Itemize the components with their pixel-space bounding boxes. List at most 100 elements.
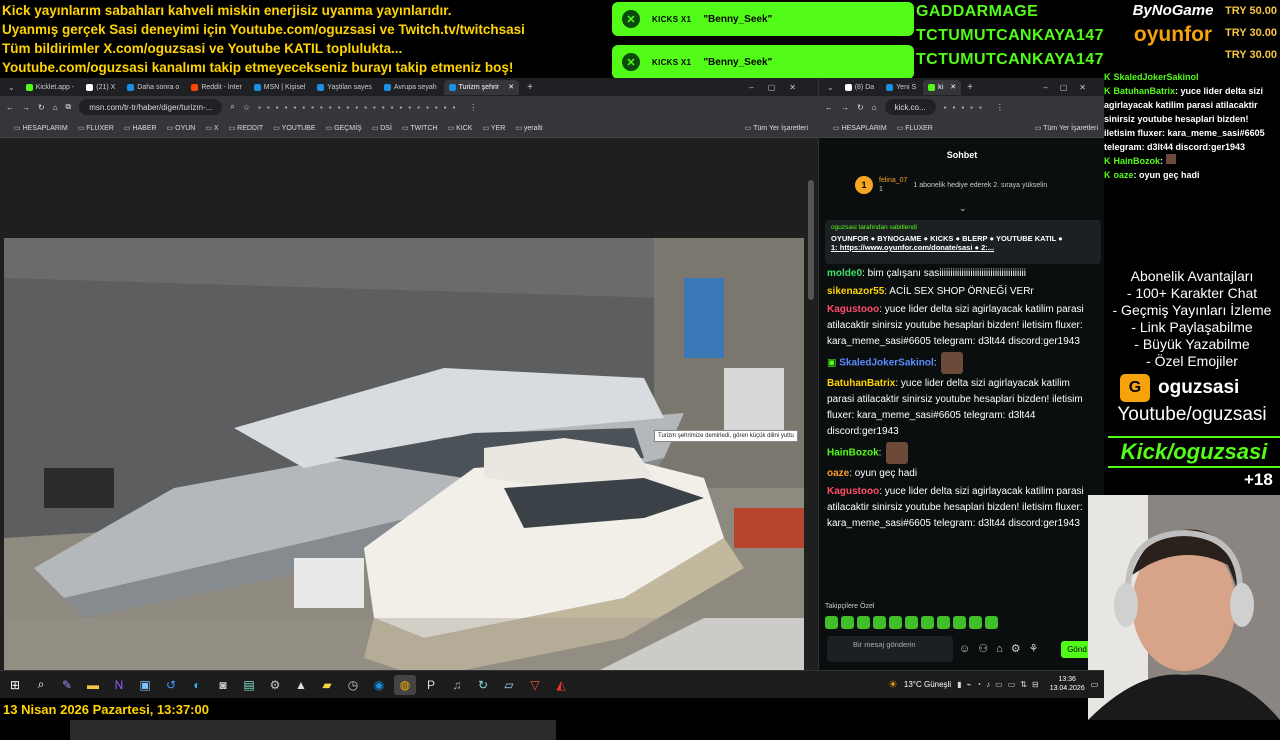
bookmark[interactable]: YOUTUBE — [273, 124, 316, 132]
url-field[interactable]: msn.com/tr-tr/haber/diger/turizm-... — [79, 99, 223, 115]
bookmark[interactable]: yeralti — [515, 124, 543, 132]
edge-icon[interactable]: ◐ — [186, 675, 208, 695]
bookmark[interactable]: YER — [482, 124, 505, 132]
extension-icons[interactable]: ▪▪▪▪▪▪▪▪▪▪▪▪▪▪▪▪▪▪▪▪▪▪▪ — [258, 103, 461, 112]
emote-icon[interactable] — [857, 616, 870, 629]
chat-username[interactable]: sikenazor55 — [827, 286, 884, 297]
weather-text[interactable]: 13°C Güneşli — [904, 680, 951, 689]
refresh-icon[interactable]: ↻ — [472, 675, 494, 695]
sync-icon[interactable]: ↺ — [160, 675, 182, 695]
bookmark[interactable]: KICK — [448, 124, 472, 132]
chat-username[interactable]: Kagustooo — [827, 304, 879, 315]
chat-username[interactable]: Kagustooo — [827, 486, 879, 497]
tab-menu-icon[interactable]: ⌄ — [823, 83, 838, 92]
emote-icon[interactable] — [921, 616, 934, 629]
home-icon[interactable]: ⌂ — [53, 103, 58, 112]
obs-icon[interactable]: ◭ — [550, 675, 572, 695]
chat-username[interactable]: SkaledJokerSakinol — [839, 358, 934, 369]
window-icon[interactable]: ▣ — [134, 675, 156, 695]
reload-icon[interactable]: ↻ — [857, 103, 864, 112]
gift-prompt[interactable]: 1 abonelik hediye ederek 2. sıraya yükse… — [913, 182, 1047, 189]
p-app-icon[interactable]: P — [420, 675, 442, 695]
all-bookmarks[interactable]: Tüm Yer İşaretleri — [1035, 124, 1098, 132]
notification-icon[interactable]: ▭ — [1091, 680, 1099, 689]
new-tab-icon[interactable]: + — [967, 82, 973, 93]
folder-icon[interactable]: ▬ — [82, 675, 104, 695]
brave-icon[interactable]: ▽ — [524, 675, 546, 695]
tab[interactable]: Kicklet.app - — [21, 80, 80, 95]
onenote-icon[interactable]: N — [108, 675, 130, 695]
steam-icon[interactable]: ⚙ — [264, 675, 286, 695]
bookmark[interactable]: REDDIT — [229, 124, 263, 132]
star-icon[interactable]: ☆ — [243, 103, 250, 112]
tab[interactable]: Avrupa seyah — [379, 80, 442, 95]
emote-icon[interactable] — [825, 616, 838, 629]
bookmark[interactable]: DSİ — [372, 124, 392, 132]
tab[interactable]: (21) X — [81, 80, 120, 95]
emote-icon[interactable] — [841, 616, 854, 629]
bookmark[interactable]: GEÇMİŞ — [326, 124, 362, 132]
reload-icon[interactable]: ↻ — [38, 103, 45, 112]
pen-icon[interactable]: ✎ — [56, 675, 78, 695]
home-icon[interactable]: ⌂ — [872, 103, 877, 112]
emote-icon[interactable] — [905, 616, 918, 629]
close-icon[interactable]: ✕ — [950, 83, 956, 91]
chat-tools-icons[interactable]: ☺⚇⌂⚙⚘ — [959, 642, 1046, 655]
window-controls[interactable]: –▢✕ — [1043, 83, 1098, 92]
chrome-icon[interactable]: ◍ — [394, 674, 416, 695]
tab[interactable]: Reddit - İnter — [186, 80, 246, 95]
bookmark[interactable]: FLUXER — [78, 124, 114, 132]
emote-icon[interactable] — [985, 616, 998, 629]
tab-active[interactable]: Turizm şehrir ✕ — [443, 79, 520, 95]
bookmark[interactable]: FLUXER — [897, 124, 933, 132]
bookmark[interactable]: OYUN — [167, 124, 195, 132]
clock-icon[interactable]: ◷ — [342, 675, 364, 695]
search-icon[interactable]: ⌕ — [30, 675, 52, 695]
notepad-icon[interactable]: ▱ — [498, 675, 520, 695]
scrollbar[interactable] — [808, 180, 814, 300]
globe-icon[interactable]: ◉ — [368, 675, 390, 695]
clock[interactable]: 13:36 13.04.2026 — [1050, 675, 1085, 693]
collapse-icon[interactable]: ⌄ — [959, 203, 967, 214]
terminal-icon[interactable]: ▤ — [238, 675, 260, 695]
chat-username[interactable]: HainBozok — [827, 448, 879, 459]
extensions-icon[interactable]: ⧉ — [66, 102, 72, 112]
tab-menu-icon[interactable]: ⌄ — [4, 83, 19, 92]
emote-icon[interactable] — [889, 616, 902, 629]
tab[interactable]: Yeni S — [881, 80, 921, 95]
window-controls[interactable]: –▢✕ — [749, 83, 810, 92]
bookmark[interactable]: HABER — [124, 124, 156, 132]
emote-icon[interactable] — [873, 616, 886, 629]
back-icon[interactable]: ← — [6, 103, 14, 112]
tray-icons[interactable]: ▮⌁◔♪▭▭⇅⊟ — [957, 680, 1044, 689]
tab[interactable]: MSN | Kişisel — [249, 80, 311, 95]
camera-icon[interactable]: ◙ — [212, 675, 234, 695]
bookmark[interactable]: HESAPLARIM — [833, 124, 887, 132]
bookmark[interactable]: TWITCH — [402, 124, 437, 132]
extension-icons[interactable]: ▪▪▪▪▪ — [944, 103, 988, 112]
zoom-icon[interactable]: ⌕ — [230, 102, 234, 112]
emote-icon[interactable] — [969, 616, 982, 629]
back-icon[interactable]: ← — [825, 103, 833, 112]
bookmark[interactable]: X — [205, 124, 219, 132]
bookmark[interactable]: HESAPLARIM — [14, 124, 68, 132]
menu-icon[interactable]: ⋮ — [469, 103, 477, 112]
pinned-link[interactable]: 1: https://www.oyunfor.com/donate/sasi ●… — [831, 243, 1095, 252]
article-photo-yachts[interactable] — [4, 238, 804, 698]
music-icon[interactable]: ♫ — [446, 675, 468, 695]
menu-icon[interactable]: ⋮ — [996, 103, 1004, 112]
tab[interactable]: (8) Da — [840, 80, 879, 95]
tab[interactable]: Daha sonra o — [122, 80, 184, 95]
all-bookmarks[interactable]: Tüm Yer İşaretleri — [745, 124, 808, 132]
emote-icon[interactable] — [937, 616, 950, 629]
url-field[interactable]: kick.co... — [884, 99, 936, 115]
start-icon[interactable]: ⊞ — [4, 675, 26, 695]
new-tab-icon[interactable]: + — [527, 82, 533, 93]
close-icon[interactable]: ✕ — [508, 83, 514, 91]
warning-icon[interactable]: ▲ — [290, 675, 312, 695]
forward-icon[interactable]: → — [841, 103, 849, 112]
chat-username[interactable]: BatuhanBatrix — [827, 378, 895, 389]
tab[interactable]: Yaştilan sayes — [312, 80, 377, 95]
forward-icon[interactable]: → — [22, 103, 30, 112]
chat-username[interactable]: oaze — [827, 468, 849, 479]
